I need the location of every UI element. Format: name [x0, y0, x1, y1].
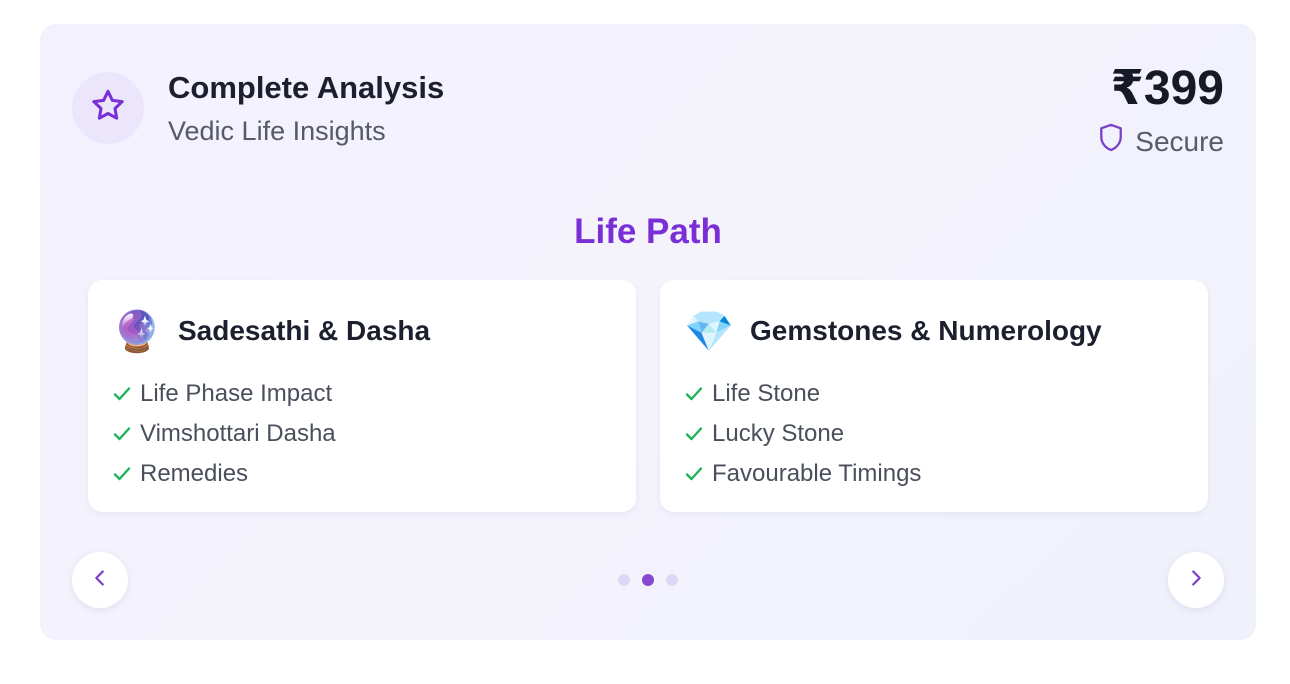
feature-card-sadesathi: 🔮 Sadesathi & Dasha Life Phase Impact Vi…: [88, 280, 636, 512]
check-icon: [112, 424, 132, 444]
card-title: Complete Analysis: [168, 70, 445, 105]
carousel-next-button[interactable]: [1168, 552, 1224, 608]
list-item: Lucky Stone: [684, 414, 921, 454]
card-subtitle: Vedic Life Insights: [168, 116, 386, 146]
gem-icon: 💎: [684, 309, 734, 354]
list-item-label: Vimshottari Dasha: [140, 420, 336, 447]
check-icon: [684, 464, 704, 484]
carousel-dot-active[interactable]: [642, 574, 654, 586]
check-icon: [112, 464, 132, 484]
star-icon: [88, 86, 128, 131]
check-icon: [112, 384, 132, 404]
list-item-label: Favourable Timings: [712, 460, 922, 487]
feature-list: Life Phase Impact Vimshottari Dasha Reme…: [112, 374, 336, 494]
list-item: Remedies: [112, 454, 336, 494]
shield-icon: [1097, 122, 1125, 161]
list-item: Life Stone: [684, 374, 921, 414]
list-item-label: Life Phase Impact: [140, 380, 333, 407]
feature-header: 🔮 Sadesathi & Dasha: [112, 308, 431, 354]
crystal-ball-icon: 🔮: [112, 309, 162, 354]
list-item: Favourable Timings: [684, 454, 921, 494]
secure-label: Secure: [1135, 125, 1224, 157]
feature-card-gemstones: 💎 Gemstones & Numerology Life Stone Luck…: [660, 280, 1208, 512]
list-item: Life Phase Impact: [112, 374, 336, 414]
list-item-label: Remedies: [140, 460, 249, 487]
check-icon: [684, 424, 704, 444]
list-item: Vimshottari Dasha: [112, 414, 336, 454]
chevron-right-icon: [1185, 567, 1207, 594]
section-title: Life Path: [574, 212, 722, 251]
price-label: ₹399: [1110, 62, 1224, 115]
star-badge: [72, 72, 144, 144]
feature-title: Sadesathi & Dasha: [178, 315, 431, 346]
feature-title: Gemstones & Numerology: [750, 315, 1102, 346]
carousel-dot[interactable]: [618, 574, 630, 586]
analysis-card: Complete Analysis Vedic Life Insights ₹3…: [40, 24, 1256, 640]
list-item-label: Life Stone: [712, 380, 821, 407]
feature-list: Life Stone Lucky Stone Favourable Timing…: [684, 374, 921, 494]
check-icon: [684, 384, 704, 404]
feature-header: 💎 Gemstones & Numerology: [684, 308, 1102, 354]
secure-indicator: Secure: [1097, 122, 1224, 161]
carousel-dot[interactable]: [666, 574, 678, 586]
carousel-dots: [40, 574, 1256, 586]
list-item-label: Lucky Stone: [712, 420, 845, 447]
